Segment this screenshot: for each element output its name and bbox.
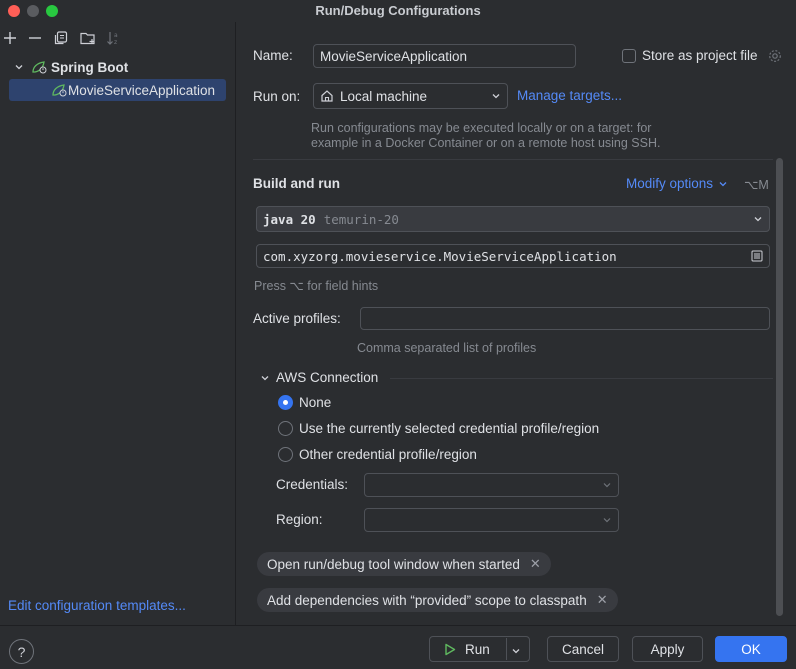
active-profiles-label: Active profiles: xyxy=(253,311,341,326)
chevron-down-icon xyxy=(602,515,612,525)
modify-options-link[interactable]: Modify options xyxy=(626,176,728,191)
cancel-button[interactable]: Cancel xyxy=(547,636,619,662)
plus-icon[interactable] xyxy=(1,30,19,46)
apply-button[interactable]: Apply xyxy=(632,636,703,662)
configurations-tree-panel: az Spring Boot MovieServiceApplication E… xyxy=(0,22,236,625)
play-icon xyxy=(444,643,456,656)
chevron-down-icon xyxy=(718,179,728,189)
browse-icon[interactable] xyxy=(751,250,763,262)
scrollbar[interactable] xyxy=(776,158,783,616)
run-on-hint-line-1: Run configurations may be executed local… xyxy=(311,121,652,135)
credentials-label: Credentials: xyxy=(276,477,349,492)
build-and-run-heading: Build and run xyxy=(253,176,340,191)
tree-group-label: Spring Boot xyxy=(51,59,129,75)
aws-current-profile-radio[interactable] xyxy=(278,421,293,436)
chip-label: Open run/debug tool window when started xyxy=(267,556,520,572)
new-folder-icon[interactable] xyxy=(79,30,97,46)
aws-option-current-label: Use the currently selected credential pr… xyxy=(299,421,600,436)
region-label: Region: xyxy=(276,512,323,527)
run-button-label: Run xyxy=(465,641,490,657)
run-on-dropdown[interactable]: Local machine xyxy=(313,83,508,109)
chevron-down-icon xyxy=(491,91,501,101)
aws-connection-section-header[interactable]: AWS Connection xyxy=(260,370,378,385)
name-field[interactable]: MovieServiceApplication xyxy=(313,44,576,68)
ok-button[interactable]: OK xyxy=(715,636,787,662)
run-on-label: Run on: xyxy=(253,89,301,104)
main-class-field[interactable]: com.xyzorg.movieservice.MovieServiceAppl… xyxy=(256,244,770,268)
chevron-down-icon xyxy=(753,214,763,224)
aws-option-other-label: Other credential profile/region xyxy=(299,447,477,462)
gear-icon[interactable] xyxy=(768,49,782,66)
copy-icon[interactable] xyxy=(52,30,70,46)
store-as-project-file-label: Store as project file xyxy=(642,48,758,63)
field-hints-text: Press ⌥ for field hints xyxy=(254,279,379,293)
name-field-value: MovieServiceApplication xyxy=(320,48,468,64)
profiles-hint: Comma separated list of profiles xyxy=(357,341,537,355)
minus-icon[interactable] xyxy=(26,30,44,46)
manage-targets-link[interactable]: Manage targets... xyxy=(517,88,622,103)
chip-label: Add dependencies with “provided” scope t… xyxy=(267,592,587,608)
run-on-value: Local machine xyxy=(340,88,428,104)
separator xyxy=(253,159,773,160)
close-icon[interactable]: ✕ xyxy=(597,592,608,608)
credentials-dropdown[interactable] xyxy=(364,473,619,497)
separator xyxy=(506,638,507,660)
modify-options-label: Modify options xyxy=(626,176,714,191)
aws-connection-label: AWS Connection xyxy=(276,370,379,385)
title-bar: Run/Debug Configurations xyxy=(0,0,796,22)
aws-option-none-label: None xyxy=(299,395,332,410)
main-class-value: com.xyzorg.movieservice.MovieServiceAppl… xyxy=(263,248,617,264)
chevron-down-icon xyxy=(602,480,612,490)
edit-configuration-templates-link[interactable]: Edit configuration templates... xyxy=(8,598,186,613)
aws-other-profile-radio[interactable] xyxy=(278,447,293,462)
chevron-down-icon[interactable] xyxy=(11,62,27,72)
run-on-hint-line-2: example in a Docker Container or on a re… xyxy=(311,136,661,150)
option-chip-provided-scope[interactable]: Add dependencies with “provided” scope t… xyxy=(257,588,618,612)
chevron-down-icon[interactable] xyxy=(511,644,521,659)
jdk-dropdown[interactable]: java 20 temurin-20 xyxy=(256,206,770,232)
aws-none-radio[interactable] xyxy=(278,395,293,410)
region-dropdown[interactable] xyxy=(364,508,619,532)
active-profiles-field[interactable] xyxy=(360,307,770,330)
window-title: Run/Debug Configurations xyxy=(315,3,481,18)
tree-item-movie-service-application[interactable]: MovieServiceApplication xyxy=(9,79,226,101)
separator xyxy=(390,378,773,379)
svg-text:z: z xyxy=(114,39,117,45)
jdk-name: java 20 xyxy=(263,211,316,227)
sort-icon[interactable]: az xyxy=(105,30,123,46)
modify-options-shortcut: ⌥M xyxy=(744,178,769,192)
home-icon xyxy=(320,89,334,103)
store-as-project-file-checkbox[interactable] xyxy=(622,49,636,63)
name-label: Name: xyxy=(253,48,293,63)
help-button[interactable]: ? xyxy=(9,639,34,664)
jdk-detail: temurin-20 xyxy=(323,211,399,227)
svg-text:a: a xyxy=(114,32,118,39)
tree-item-label: MovieServiceApplication xyxy=(68,82,216,98)
spring-boot-icon xyxy=(51,83,67,97)
close-icon[interactable]: ✕ xyxy=(530,556,541,572)
spring-boot-icon xyxy=(31,60,47,74)
chevron-down-icon xyxy=(260,373,270,383)
tree-group-spring-boot[interactable]: Spring Boot xyxy=(9,56,226,78)
option-chip-open-tool-window[interactable]: Open run/debug tool window when started … xyxy=(257,552,551,576)
